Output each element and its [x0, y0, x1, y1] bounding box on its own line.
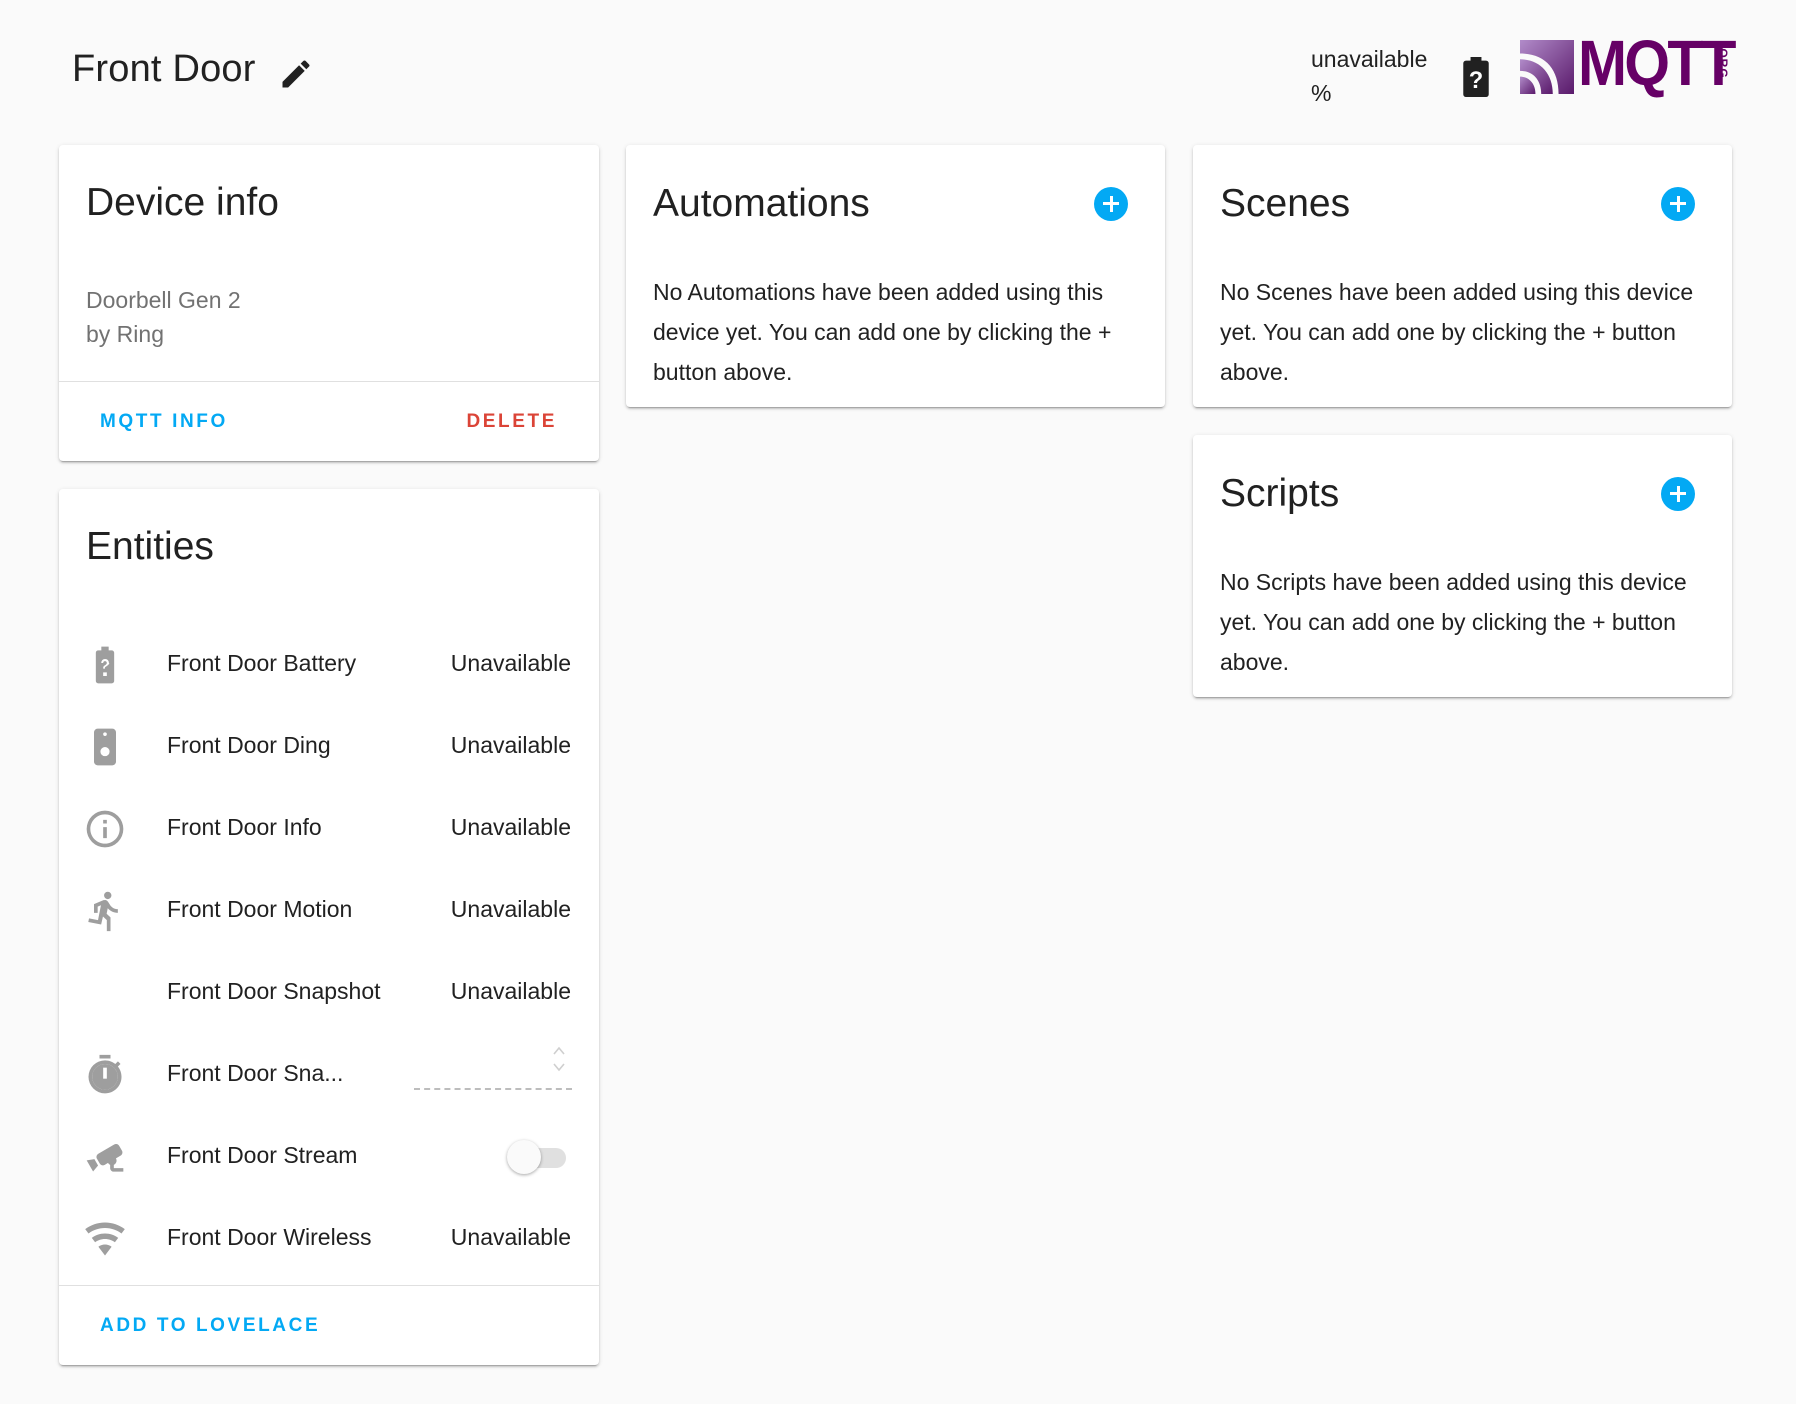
cctv-icon	[83, 1135, 127, 1179]
delete-button[interactable]: DELETE	[466, 411, 557, 433]
entity-name: Front Door Battery	[167, 650, 357, 676]
entity-row[interactable]: Front Door Ding Unavailable	[59, 706, 599, 788]
entity-name: Front Door Snapshot	[167, 978, 381, 1004]
device-model: Doorbell Gen 2	[86, 287, 241, 313]
card-divider	[59, 381, 599, 382]
battery-unknown-icon	[83, 643, 127, 687]
page-title: Front Door	[72, 48, 256, 90]
spinner-arrows-icon[interactable]	[552, 1042, 566, 1076]
entity-row[interactable]: Front Door Battery Unavailable	[59, 624, 599, 706]
doorbell-icon	[83, 725, 127, 769]
entity-state: Unavailable	[450, 732, 571, 758]
entity-row[interactable]: Front Door Motion Unavailable	[59, 870, 599, 952]
entity-state: Unavailable	[450, 814, 571, 840]
scenes-card: Scenes No Scenes have been added using t…	[1193, 145, 1732, 407]
entity-row[interactable]: Front Door Snapshot Unavailable	[59, 952, 599, 1034]
logo-suffix: .ORG	[1716, 44, 1730, 79]
automations-card: Automations No Automations have been add…	[626, 145, 1165, 407]
run-icon	[83, 889, 127, 933]
entity-state: Unavailable	[450, 1224, 571, 1250]
device-info-title: Device info	[86, 181, 279, 224]
snapshot-interval-input[interactable]	[414, 1042, 572, 1090]
entity-name: Front Door Sna...	[167, 1060, 344, 1086]
edit-icon[interactable]	[278, 56, 314, 92]
entity-name: Front Door Info	[167, 814, 322, 840]
add-to-lovelace-button[interactable]: ADD TO LOVELACE	[100, 1315, 320, 1337]
battery-value: unavailable	[1311, 46, 1428, 72]
entity-row[interactable]: Front Door Stream	[59, 1116, 599, 1198]
entity-name: Front Door Stream	[167, 1142, 358, 1168]
info-icon	[83, 807, 127, 851]
entity-row[interactable]: Front Door Info Unavailable	[59, 788, 599, 870]
entity-state: Unavailable	[450, 978, 571, 1004]
device-page: Front Door unavailable % ? MQTT .ORG Dev…	[0, 0, 1796, 1404]
scripts-empty-text: No Scripts have been added using this de…	[1220, 569, 1687, 675]
scripts-title: Scripts	[1220, 472, 1340, 515]
scripts-card: Scripts No Scripts have been added using…	[1193, 435, 1732, 697]
automations-title: Automations	[653, 182, 870, 225]
entity-name: Front Door Motion	[167, 896, 353, 922]
device-manufacturer: by Ring	[86, 321, 164, 347]
scenes-title: Scenes	[1220, 182, 1351, 225]
battery-unit: %	[1311, 80, 1332, 106]
logo-text: MQTT	[1578, 27, 1737, 99]
mqtt-logo: MQTT .ORG	[1520, 30, 1737, 96]
scenes-empty-text: No Scenes have been added using this dev…	[1220, 279, 1694, 385]
entity-name: Front Door Ding	[167, 732, 331, 758]
entity-name: Front Door Wireless	[167, 1224, 372, 1250]
mqtt-info-button[interactable]: MQTT INFO	[100, 411, 228, 433]
add-scene-button[interactable]	[1661, 187, 1695, 221]
battery-status: unavailable %	[1311, 42, 1427, 110]
add-script-button[interactable]	[1661, 477, 1695, 511]
entity-row[interactable]: Front Door Sna...	[59, 1034, 599, 1116]
entities-title: Entities	[86, 525, 214, 568]
automations-empty-text: No Automations have been added using thi…	[653, 279, 1112, 385]
svg-text:?: ?	[1469, 68, 1483, 94]
entity-state: Unavailable	[450, 896, 571, 922]
toggle-thumb	[507, 1140, 541, 1174]
battery-unknown-icon: ?	[1462, 57, 1490, 97]
add-automation-button[interactable]	[1094, 187, 1128, 221]
card-divider	[59, 1285, 599, 1286]
wifi-icon	[83, 1217, 127, 1261]
stream-toggle[interactable]	[504, 1138, 570, 1178]
device-info-card: Device info Doorbell Gen 2 by Ring MQTT …	[59, 145, 599, 461]
timer-icon	[83, 1053, 127, 1097]
entity-row[interactable]: Front Door Wireless Unavailable	[59, 1198, 599, 1280]
entity-state: Unavailable	[450, 650, 571, 676]
entities-card: Entities Front Door Battery Unavailable …	[59, 489, 599, 1365]
